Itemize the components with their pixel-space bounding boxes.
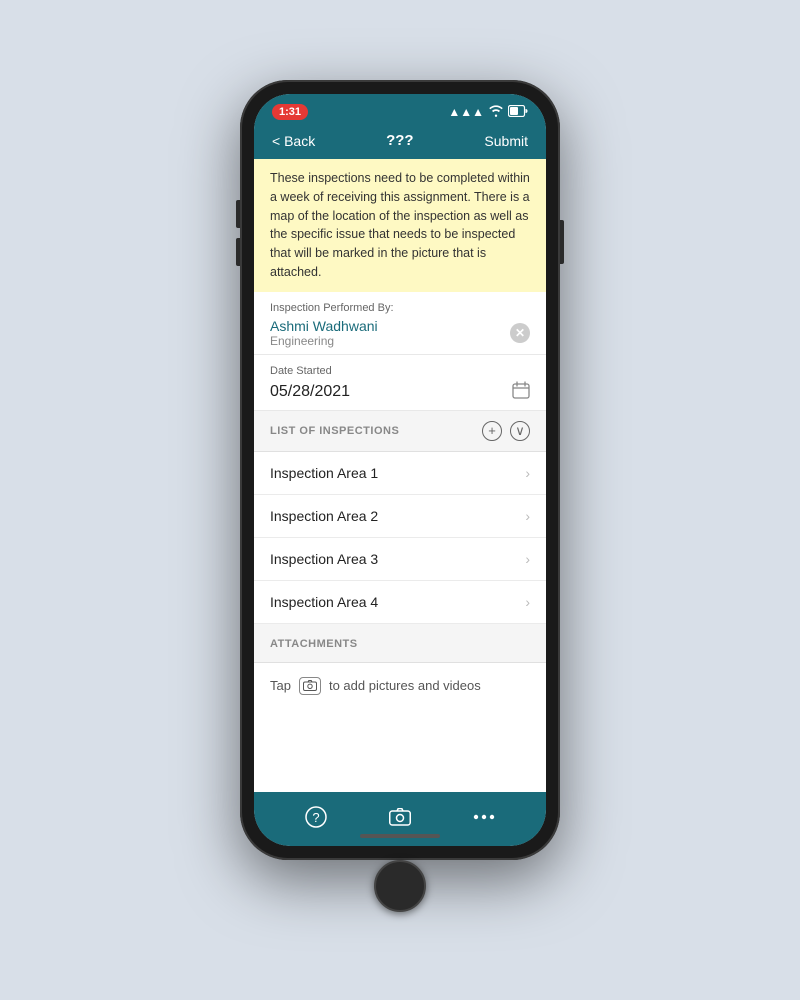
more-button[interactable] — [469, 802, 499, 832]
chevron-right-icon: › — [525, 465, 530, 481]
inspection-item[interactable]: Inspection Area 2 › — [254, 495, 546, 538]
collapse-inspections-button[interactable]: ∨ — [510, 421, 530, 441]
calendar-icon[interactable] — [512, 381, 530, 404]
inspection-item-label: Inspection Area 1 — [270, 465, 378, 481]
inspection-item-label: Inspection Area 2 — [270, 508, 378, 524]
chevron-right-icon: › — [525, 551, 530, 567]
nav-bar: < Back ??? Submit — [254, 126, 546, 159]
chevron-right-icon: › — [525, 508, 530, 524]
volume-up-button — [236, 200, 240, 228]
note-text: These inspections need to be completed w… — [270, 171, 530, 279]
camera-button[interactable] — [385, 802, 415, 832]
home-indicator — [360, 834, 440, 838]
inspector-label: Inspection Performed By: — [270, 302, 530, 314]
signal-icon: ▲▲▲ — [448, 105, 484, 119]
status-bar: 1:31 ▲▲▲ — [254, 94, 546, 126]
help-button[interactable]: ? — [301, 802, 331, 832]
wifi-icon — [489, 105, 503, 120]
attachments-content: Tap to add pictures and videos — [254, 663, 546, 709]
attachments-header: ATTACHMENTS — [254, 624, 546, 663]
inspection-item[interactable]: Inspection Area 1 › — [254, 452, 546, 495]
submit-button[interactable]: Submit — [484, 133, 528, 149]
status-time: 1:31 — [272, 104, 308, 120]
home-button[interactable] — [374, 860, 426, 912]
back-button[interactable]: < Back — [272, 133, 315, 149]
inspector-name: Ashmi Wadhwani — [270, 318, 378, 334]
attachments-title: ATTACHMENTS — [270, 638, 358, 650]
inspection-item[interactable]: Inspection Area 4 › — [254, 581, 546, 624]
inspection-item[interactable]: Inspection Area 3 › — [254, 538, 546, 581]
inspection-list: Inspection Area 1 › Inspection Area 2 › … — [254, 452, 546, 624]
inspector-department: Engineering — [270, 334, 378, 348]
status-icons: ▲▲▲ — [448, 105, 528, 120]
svg-text:?: ? — [312, 810, 319, 825]
inspector-field: Inspection Performed By: Ashmi Wadhwani … — [254, 292, 546, 355]
phone-screen: 1:31 ▲▲▲ — [254, 94, 546, 846]
power-button — [560, 220, 564, 264]
inspection-item-label: Inspection Area 4 — [270, 594, 378, 610]
date-section: Date Started 05/28/2021 — [254, 355, 546, 411]
chevron-right-icon: › — [525, 594, 530, 610]
list-header-actions: + ∨ — [482, 421, 530, 441]
volume-down-button — [236, 238, 240, 266]
date-label: Date Started — [270, 365, 530, 377]
content-area[interactable]: Inspection Performed By: Ashmi Wadhwani … — [254, 292, 546, 793]
remove-inspector-button[interactable]: ✕ — [510, 323, 530, 343]
phone-device: 1:31 ▲▲▲ — [240, 80, 560, 860]
attachments-tap-text: Tap — [270, 678, 291, 693]
add-inspection-button[interactable]: + — [482, 421, 502, 441]
note-section: These inspections need to be completed w… — [254, 159, 546, 292]
attachments-suffix-text: to add pictures and videos — [329, 678, 481, 693]
list-header: LIST OF INSPECTIONS + ∨ — [254, 411, 546, 452]
nav-title: ??? — [386, 132, 414, 149]
inspection-item-label: Inspection Area 3 — [270, 551, 378, 567]
date-value: 05/28/2021 — [270, 383, 350, 401]
list-header-title: LIST OF INSPECTIONS — [270, 425, 399, 437]
battery-icon — [508, 105, 528, 120]
camera-icon[interactable] — [299, 677, 321, 695]
